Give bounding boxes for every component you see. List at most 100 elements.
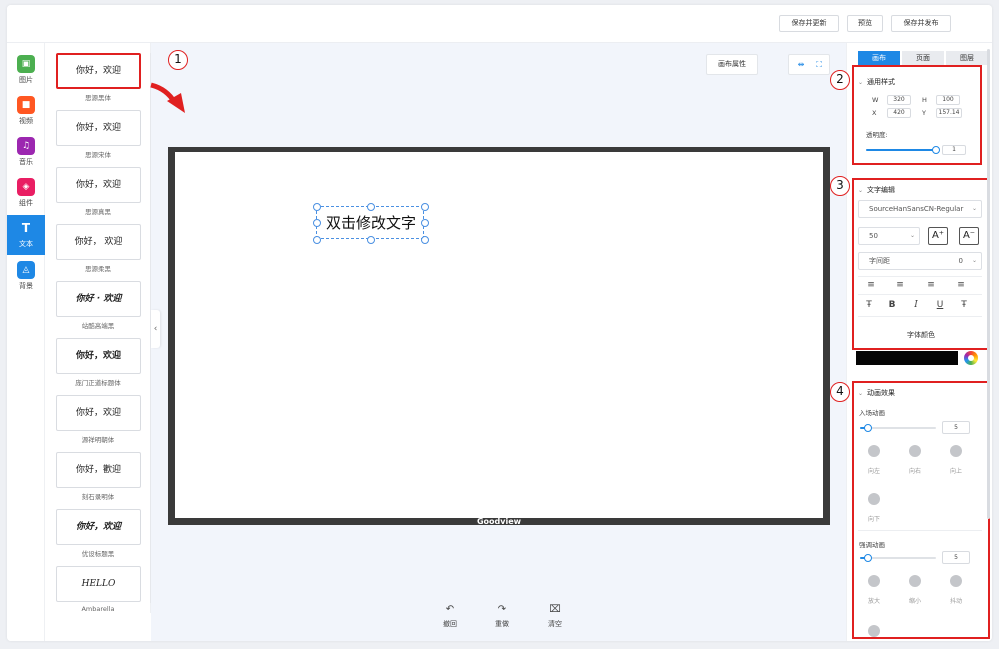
font-card-siyuan-song[interactable]: 你好，欢迎 bbox=[56, 110, 141, 146]
enter-anim-up[interactable]: 向上 bbox=[941, 445, 971, 475]
resize-handle-tr[interactable] bbox=[421, 203, 429, 211]
align-center-icon[interactable]: ≡ bbox=[893, 280, 907, 290]
undo-button[interactable]: ↶ 撤回 bbox=[430, 603, 470, 633]
font-card-yuanxiang-mingchao[interactable]: 你好，欢迎 bbox=[56, 395, 141, 431]
save-update-button[interactable]: 保存并更新 bbox=[779, 15, 839, 32]
clear-button[interactable]: ⌧ 清空 bbox=[535, 603, 575, 633]
rail-item-image[interactable]: ▣ 图片 bbox=[7, 51, 45, 91]
font-name: 思源真黑 bbox=[85, 208, 111, 216]
opacity-slider-knob[interactable] bbox=[932, 146, 940, 154]
resize-handle-l[interactable] bbox=[313, 219, 321, 227]
font-color-swatch[interactable] bbox=[856, 351, 958, 365]
bold-icon[interactable]: B bbox=[885, 300, 899, 310]
page-scrollbar[interactable] bbox=[987, 49, 990, 519]
resize-handle-br[interactable] bbox=[421, 236, 429, 244]
x-input[interactable]: 420 bbox=[887, 108, 911, 118]
canvas-area[interactable]: 双击修改文字 bbox=[175, 152, 823, 518]
enter-anim-left[interactable]: 向左 bbox=[859, 445, 889, 475]
opacity-input[interactable]: 1 bbox=[942, 145, 966, 155]
width-input[interactable]: 320 bbox=[887, 95, 911, 105]
anim-label: 向下 bbox=[867, 516, 880, 523]
enter-duration-input[interactable]: 5 bbox=[942, 421, 970, 434]
arrow-right-icon bbox=[909, 445, 921, 457]
x-label: X bbox=[872, 109, 877, 117]
font-card-ambarella[interactable]: HELLO bbox=[56, 566, 141, 602]
font-family-select[interactable]: SourceHanSansCN-Regular ⌄ bbox=[858, 200, 982, 218]
underline-icon[interactable]: U bbox=[933, 300, 947, 310]
text-element[interactable]: 双击修改文字 bbox=[313, 203, 429, 244]
font-family-value: SourceHanSansCN-Regular bbox=[869, 205, 964, 213]
font-name: 思源宋体 bbox=[85, 151, 111, 159]
text-edit-title[interactable]: ⌄ 文字编辑 bbox=[858, 185, 895, 195]
tab-layer[interactable]: 图层 bbox=[946, 51, 988, 65]
anim-label: 向上 bbox=[949, 468, 962, 475]
emphasis-anim-shake[interactable]: 抖动 bbox=[941, 575, 971, 605]
rail-item-video[interactable]: ■ 视频 bbox=[7, 92, 45, 132]
text-edit-section: ⌄ 文字编辑 SourceHanSansCN-Regular ⌄ 50 ⌄ A⁺ A⁻… bbox=[852, 178, 990, 365]
save-publish-button[interactable]: 保存并发布 bbox=[891, 15, 951, 32]
emphasis-anim-more[interactable] bbox=[859, 625, 889, 637]
shake-icon bbox=[950, 575, 962, 587]
text-style-icon[interactable]: Ŧ bbox=[862, 300, 876, 310]
fit-screen-icon[interactable]: ⛶ bbox=[812, 58, 826, 71]
align-justify-icon[interactable]: ≡ bbox=[954, 280, 968, 290]
image-icon: ▣ bbox=[17, 55, 35, 73]
align-right-icon[interactable]: ≡ bbox=[924, 280, 938, 290]
tab-canvas[interactable]: 画布 bbox=[858, 51, 900, 65]
italic-icon[interactable]: I bbox=[909, 300, 923, 310]
font-card-siyuan-zhenhei[interactable]: 你好，欢迎 bbox=[56, 167, 141, 203]
font-list-panel: 你好，欢迎 思源黑体 你好，欢迎 思源宋体 你好，欢迎 思源真黑 你好， 欢迎 … bbox=[45, 43, 152, 613]
redo-icon: ↷ bbox=[497, 604, 507, 615]
collapse-panel-button[interactable]: ‹ bbox=[151, 310, 160, 348]
animation-title[interactable]: ⌄ 动画效果 bbox=[858, 388, 895, 398]
font-card-youshe-biaotihei[interactable]: 你好，欢迎 bbox=[56, 509, 141, 545]
emphasis-slider-knob[interactable] bbox=[864, 554, 872, 562]
resize-handle-t[interactable] bbox=[367, 203, 375, 211]
rail-item-music[interactable]: ♫ 音乐 bbox=[7, 133, 45, 173]
align-left-icon[interactable]: ≡ bbox=[864, 280, 878, 290]
decrease-font-button[interactable]: A⁻ bbox=[959, 227, 979, 245]
rail-item-background[interactable]: ◬ 背景 bbox=[7, 257, 45, 297]
font-card-siyuan-hei[interactable]: 你好，欢迎 bbox=[56, 53, 141, 89]
fit-width-icon[interactable]: ⇹ bbox=[794, 58, 808, 71]
font-card-zcool-gaoduanhei[interactable]: 你好 · 欢迎 bbox=[56, 281, 141, 317]
font-size-select[interactable]: 50 ⌄ bbox=[858, 227, 920, 245]
letter-spacing-label: 字间距 bbox=[869, 257, 890, 265]
enter-anim-right[interactable]: 向右 bbox=[900, 445, 930, 475]
redo-button[interactable]: ↷ 重做 bbox=[482, 603, 522, 633]
tool-rail: ▣ 图片 ■ 视频 ♫ 音乐 ◈ 组件 T 文本 ◬ 背景 bbox=[7, 43, 45, 641]
enter-slider-knob[interactable] bbox=[864, 424, 872, 432]
font-size-value: 50 bbox=[869, 232, 878, 240]
resize-handle-r[interactable] bbox=[421, 219, 429, 227]
arrow-up-icon bbox=[950, 445, 962, 457]
rail-item-component[interactable]: ◈ 组件 bbox=[7, 174, 45, 214]
resize-handle-b[interactable] bbox=[367, 236, 375, 244]
height-label: H bbox=[922, 96, 927, 104]
font-card-pangmen[interactable]: 你好，欢迎 bbox=[56, 338, 141, 374]
letter-spacing-select[interactable]: 字间距 0 ⌄ bbox=[858, 252, 982, 270]
emphasis-anim-zoom-in[interactable]: 放大 bbox=[859, 575, 889, 605]
strikethrough-icon[interactable]: Ŧ bbox=[957, 300, 971, 310]
resize-handle-bl[interactable] bbox=[313, 236, 321, 244]
emphasis-duration-input[interactable]: 5 bbox=[942, 551, 970, 564]
resize-handle-tl[interactable] bbox=[313, 203, 321, 211]
tab-page[interactable]: 页面 bbox=[902, 51, 944, 65]
y-input[interactable]: 157.14 bbox=[936, 108, 962, 118]
divider bbox=[858, 530, 982, 531]
canvas-properties-button[interactable]: 画布属性 bbox=[706, 54, 758, 75]
arrow-left-icon bbox=[868, 445, 880, 457]
background-icon: ◬ bbox=[17, 261, 35, 279]
brand-label: Goodview bbox=[476, 517, 522, 526]
emphasis-anim-zoom-out[interactable]: 缩小 bbox=[900, 575, 930, 605]
preview-button[interactable]: 预览 bbox=[847, 15, 883, 32]
font-card-siyuan-rouhei[interactable]: 你好， 欢迎 bbox=[56, 224, 141, 260]
enter-anim-down[interactable]: 向下 bbox=[859, 493, 889, 523]
height-input[interactable]: 100 bbox=[936, 95, 960, 105]
y-label: Y bbox=[922, 109, 926, 117]
rail-item-text[interactable]: T 文本 bbox=[7, 215, 45, 255]
color-picker-icon[interactable] bbox=[964, 351, 978, 365]
font-card-keshi-luming[interactable]: 你好，歡迎 bbox=[56, 452, 141, 488]
general-style-title[interactable]: ⌄ 通用样式 bbox=[858, 77, 895, 87]
rail-item-label: 组件 bbox=[19, 199, 33, 207]
increase-font-button[interactable]: A⁺ bbox=[928, 227, 948, 245]
